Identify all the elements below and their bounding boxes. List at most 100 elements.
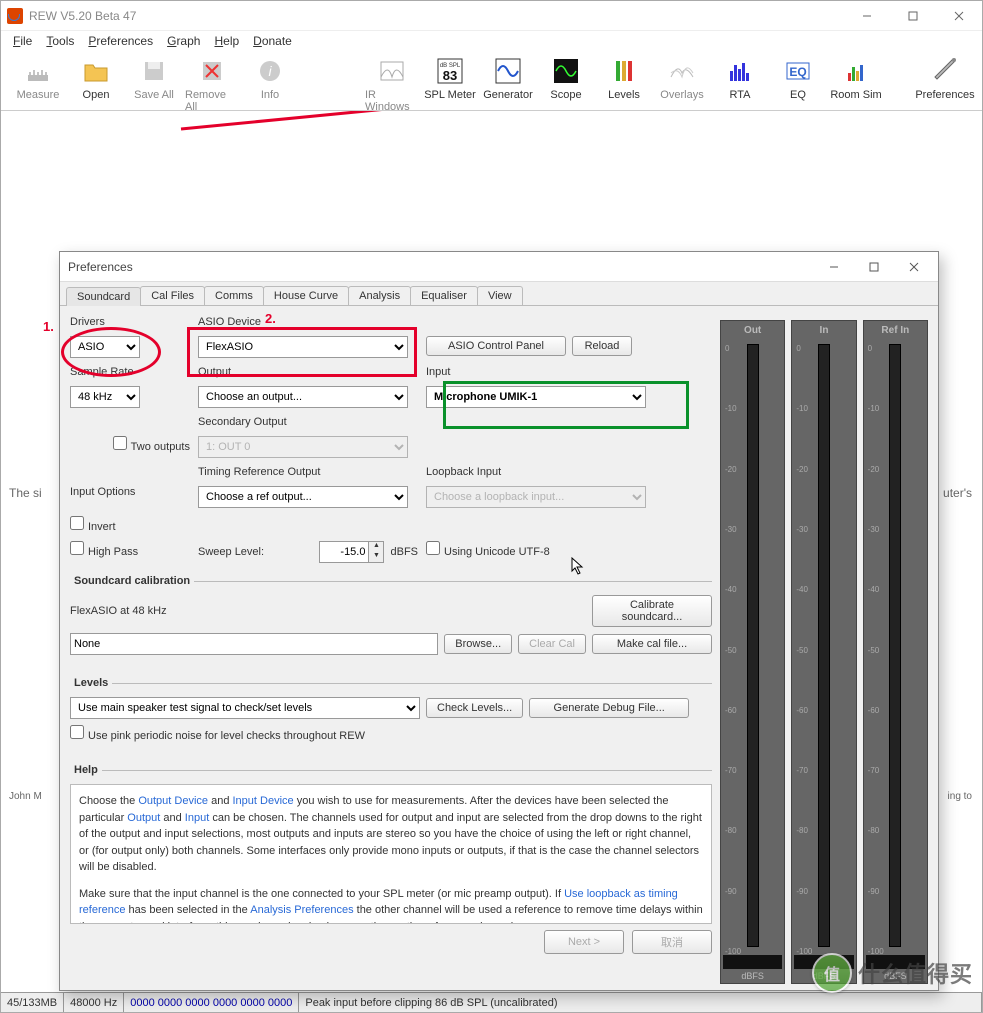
java-icon	[7, 8, 23, 24]
tab-view[interactable]: View	[477, 286, 523, 305]
timing-ref-label: Timing Reference Output	[198, 466, 418, 478]
asio-device-select[interactable]: FlexASIO	[198, 336, 408, 358]
svg-text:83: 83	[443, 68, 457, 83]
tab-house-curve[interactable]: House Curve	[263, 286, 349, 305]
bg-text: uter's	[943, 486, 972, 500]
tool-spl-meter[interactable]: dB SPL83SPL Meter	[423, 55, 477, 101]
watermark-icon: 值	[812, 953, 852, 993]
toolbar: MeasureOpenSave AllRemove AlliInfoIR Win…	[1, 51, 982, 111]
tool-preferences[interactable]: Preferences	[918, 55, 972, 101]
output-select[interactable]: Choose an output...	[198, 386, 408, 408]
cal-file-input[interactable]	[70, 633, 438, 655]
two-outputs-checkbox[interactable]	[113, 436, 127, 450]
sweep-down[interactable]: ▼	[369, 552, 383, 562]
link-output[interactable]: Output	[127, 812, 160, 824]
menu-file[interactable]: File	[7, 32, 38, 50]
tabs: SoundcardCal FilesCommsHouse CurveAnalys…	[60, 282, 938, 306]
loopback-label: Loopback Input	[426, 466, 712, 478]
tab-analysis[interactable]: Analysis	[348, 286, 411, 305]
link-input[interactable]: Input	[185, 812, 209, 824]
levels-legend: Levels	[70, 677, 112, 689]
drivers-label: Drivers	[70, 316, 190, 328]
asio-control-panel-button[interactable]: ASIO Control Panel	[426, 336, 566, 356]
tab-cal-files[interactable]: Cal Files	[140, 286, 205, 305]
menubar: File Tools Preferences Graph Help Donate	[1, 31, 982, 51]
menu-graph[interactable]: Graph	[161, 32, 206, 50]
menu-donate[interactable]: Donate	[247, 32, 298, 50]
info-icon: i	[256, 57, 284, 85]
window-title: REW V5.20 Beta 47	[29, 9, 844, 23]
close-button[interactable]	[936, 1, 982, 31]
sweep-up[interactable]: ▲	[369, 542, 383, 552]
invert-checkbox[interactable]	[70, 516, 84, 530]
pink-noise-checkbox[interactable]	[70, 725, 84, 739]
cancel-button: 取消	[632, 930, 712, 954]
dialog-titlebar: Preferences	[60, 252, 938, 282]
levels-signal-select[interactable]: Use main speaker test signal to check/se…	[70, 697, 420, 719]
minimize-button[interactable]	[844, 1, 890, 31]
tool-room-sim[interactable]: Room Sim	[829, 55, 883, 101]
link-input-device[interactable]: Input Device	[233, 795, 294, 807]
unicode-checkbox[interactable]	[426, 541, 440, 555]
menu-help[interactable]: Help	[208, 32, 245, 50]
debug-file-button[interactable]: Generate Debug File...	[529, 698, 689, 718]
calibration-status: FlexASIO at 48 kHz	[70, 605, 586, 617]
bg-text: John M	[9, 791, 42, 802]
tool-scope[interactable]: Scope	[539, 55, 593, 101]
dialog-minimize-button[interactable]	[814, 253, 854, 281]
tab-comms[interactable]: Comms	[204, 286, 264, 305]
tool-rta[interactable]: RTA	[713, 55, 767, 101]
browse-button[interactable]: Browse...	[444, 634, 512, 654]
roomsim-icon	[842, 57, 870, 85]
sample-rate-select[interactable]: 48 kHz	[70, 386, 140, 408]
calibration-legend: Soundcard calibration	[70, 575, 194, 587]
help-text[interactable]: Choose the Output Device and Input Devic…	[70, 784, 712, 924]
sample-rate-label: Sample Rate	[70, 366, 190, 378]
meter-ref-in: Ref In0-10-20-30-40-50-60-70-80-90-100dB…	[863, 320, 928, 984]
mouse-cursor-icon	[571, 557, 587, 577]
preferences-dialog: Preferences SoundcardCal FilesCommsHouse…	[59, 251, 939, 991]
maximize-button[interactable]	[890, 1, 936, 31]
loopback-select: Choose a loopback input...	[426, 486, 646, 508]
tool-measure: Measure	[11, 55, 65, 101]
remove-icon	[198, 57, 226, 85]
calibrate-button[interactable]: Calibrate soundcard...	[592, 595, 712, 627]
tool-eq[interactable]: EQEQ	[771, 55, 825, 101]
menu-preferences[interactable]: Preferences	[82, 32, 159, 50]
gen-icon	[494, 57, 522, 85]
unicode-label: Using Unicode UTF-8	[444, 546, 550, 558]
dialog-maximize-button[interactable]	[854, 253, 894, 281]
bg-text: The si	[9, 486, 42, 500]
status-samplerate: 48000 Hz	[64, 993, 124, 1012]
spl-icon: dB SPL83	[436, 57, 464, 85]
levels-icon	[610, 57, 638, 85]
tool-levels[interactable]: Levels	[597, 55, 651, 101]
main-titlebar: REW V5.20 Beta 47	[1, 1, 982, 31]
reload-button[interactable]: Reload	[572, 336, 632, 356]
eq-icon: EQ	[784, 57, 812, 85]
link-output-device[interactable]: Output Device	[138, 795, 208, 807]
irwin-icon	[378, 57, 406, 85]
tool-open[interactable]: Open	[69, 55, 123, 101]
tab-equaliser[interactable]: Equaliser	[410, 286, 478, 305]
highpass-checkbox[interactable]	[70, 541, 84, 555]
timing-ref-select[interactable]: Choose a ref output...	[198, 486, 408, 508]
main-window: REW V5.20 Beta 47 File Tools Preferences…	[0, 0, 983, 1013]
check-levels-button[interactable]: Check Levels...	[426, 698, 523, 718]
sweep-level-label: Sweep Level:	[198, 546, 264, 558]
tab-soundcard[interactable]: Soundcard	[66, 287, 141, 306]
tool-remove-all: Remove All	[185, 55, 239, 113]
help-legend: Help	[70, 764, 102, 776]
drivers-select[interactable]: ASIO	[70, 336, 140, 358]
sweep-level-input[interactable]	[319, 541, 369, 563]
make-cal-button[interactable]: Make cal file...	[592, 634, 712, 654]
tool-overlays: Overlays	[655, 55, 709, 101]
input-select[interactable]: Microphone UMIK-1	[426, 386, 646, 408]
status-memory: 45/133MB	[1, 993, 64, 1012]
tool-generator[interactable]: Generator	[481, 55, 535, 101]
menu-tools[interactable]: Tools	[40, 32, 80, 50]
dialog-close-button[interactable]	[894, 253, 934, 281]
clear-cal-button: Clear Cal	[518, 634, 586, 654]
link-analysis-prefs[interactable]: Analysis Preferences	[250, 904, 353, 916]
highpass-label: High Pass	[88, 546, 138, 558]
